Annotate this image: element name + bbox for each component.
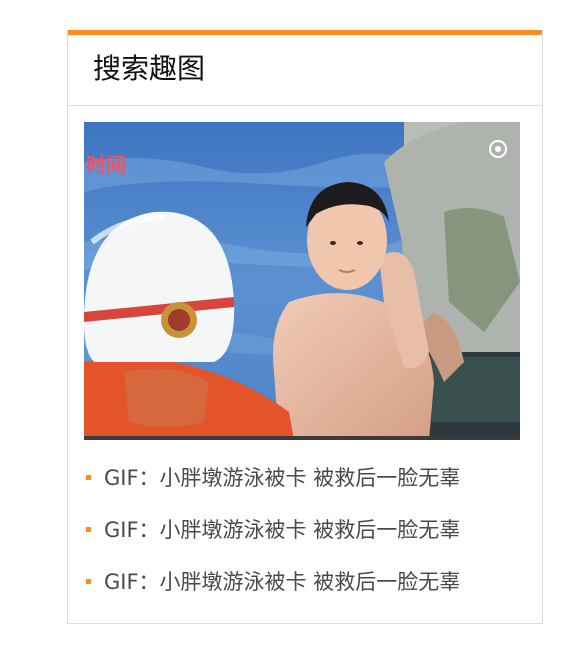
news-link[interactable]: GIF：小胖墩游泳被卡 被救后一脸无辜 (104, 460, 524, 496)
list-item: GIF：小胖墩游泳被卡 被救后一脸无辜 (84, 512, 524, 564)
gif-image: 时间 (84, 122, 520, 440)
bullet-icon (86, 527, 91, 532)
news-list: GIF：小胖墩游泳被卡 被救后一脸无辜 GIF：小胖墩游泳被卡 被救后一脸无辜 … (84, 460, 524, 616)
list-item: GIF：小胖墩游泳被卡 被救后一脸无辜 (84, 564, 524, 616)
funny-images-widget: 搜索趣图 时间 GIF：小胖墩游泳被卡 被救后一脸无辜 GIF：小胖墩游泳被卡 … (67, 30, 543, 624)
bullet-icon (86, 475, 91, 480)
news-link[interactable]: GIF：小胖墩游泳被卡 被救后一脸无辜 (104, 564, 524, 600)
widget-title: 搜索趣图 (93, 52, 206, 85)
news-link[interactable]: GIF：小胖墩游泳被卡 被救后一脸无辜 (104, 512, 524, 548)
widget-header: 搜索趣图 (68, 35, 542, 106)
gif-thumbnail[interactable]: 时间 (84, 122, 520, 440)
watermark-text: 时间 (86, 154, 126, 177)
bullet-icon (86, 579, 91, 584)
list-item: GIF：小胖墩游泳被卡 被救后一脸无辜 (84, 460, 524, 512)
